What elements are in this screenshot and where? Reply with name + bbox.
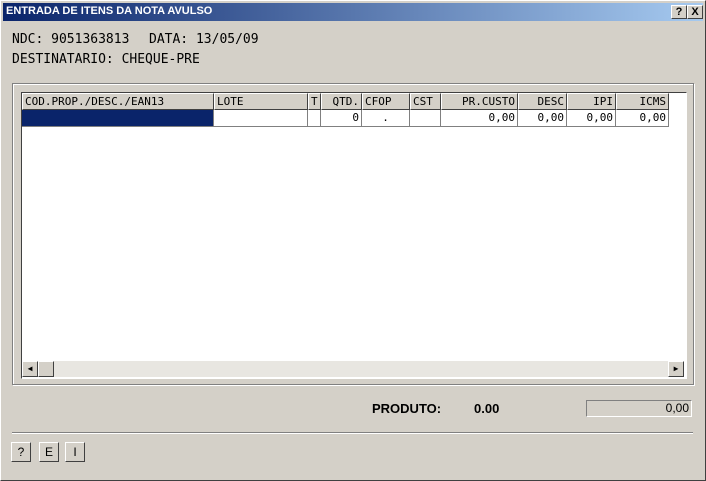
col-header-cst[interactable]: CST xyxy=(410,93,441,110)
cell-qtd[interactable]: 0 xyxy=(321,110,362,127)
help-button[interactable]: ? xyxy=(11,442,31,462)
footer-divider xyxy=(12,432,693,434)
cell-t[interactable] xyxy=(308,110,321,127)
cell-pr-custo[interactable]: 0,00 xyxy=(441,110,518,127)
cell-ipi[interactable]: 0,00 xyxy=(567,110,616,127)
col-header-cfop[interactable]: CFOP xyxy=(362,93,410,110)
ndc-label: NDC: 9051363813 xyxy=(12,32,130,47)
cell-desc[interactable]: 0,00 xyxy=(518,110,567,127)
scroll-right-icon[interactable]: ▶ xyxy=(668,361,684,377)
close-button[interactable]: X xyxy=(687,5,703,19)
col-header-qtd[interactable]: QTD. xyxy=(321,93,362,110)
help-title-button[interactable]: ? xyxy=(671,5,687,19)
col-header-ipi[interactable]: IPI xyxy=(567,93,616,110)
col-header-icms[interactable]: ICMS xyxy=(616,93,669,110)
title-bar: ENTRADA DE ITENS DA NOTA AVULSO ? X xyxy=(3,3,703,21)
scrollbar-thumb[interactable] xyxy=(38,361,54,377)
cell-cst[interactable] xyxy=(410,110,441,127)
cell-cfop[interactable]: . xyxy=(362,110,410,127)
horizontal-scrollbar[interactable]: ◀ ▶ xyxy=(22,361,684,377)
main-window: ENTRADA DE ITENS DA NOTA AVULSO ? X NDC:… xyxy=(0,0,706,481)
window-title: ENTRADA DE ITENS DA NOTA AVULSO xyxy=(6,5,213,17)
col-header-desc[interactable]: DESC xyxy=(518,93,567,110)
items-grid[interactable]: COD.PROP./DESC./EAN13 LOTE T QTD. CFOP C… xyxy=(21,92,687,379)
col-header-lote[interactable]: LOTE xyxy=(214,93,308,110)
produto-value: 0.00 xyxy=(474,401,500,416)
cell-lote[interactable] xyxy=(214,110,308,127)
e-button[interactable]: E xyxy=(39,442,59,462)
total-field: 0,00 xyxy=(586,400,692,417)
date-label: DATA: 13/05/09 xyxy=(149,32,259,47)
produto-label: PRODUTO: xyxy=(372,401,442,416)
destinatario-label: DESTINATARIO: CHEQUE-PRE xyxy=(12,52,200,67)
col-header-pr-custo[interactable]: PR.CUSTO xyxy=(441,93,518,110)
col-header-cod[interactable]: COD.PROP./DESC./EAN13 xyxy=(22,93,214,110)
col-header-t[interactable]: T xyxy=(308,93,321,110)
scroll-left-icon[interactable]: ◀ xyxy=(22,361,38,377)
cell-icms[interactable]: 0,00 xyxy=(616,110,669,127)
i-button[interactable]: I xyxy=(65,442,85,462)
cell-cod[interactable] xyxy=(22,110,214,127)
